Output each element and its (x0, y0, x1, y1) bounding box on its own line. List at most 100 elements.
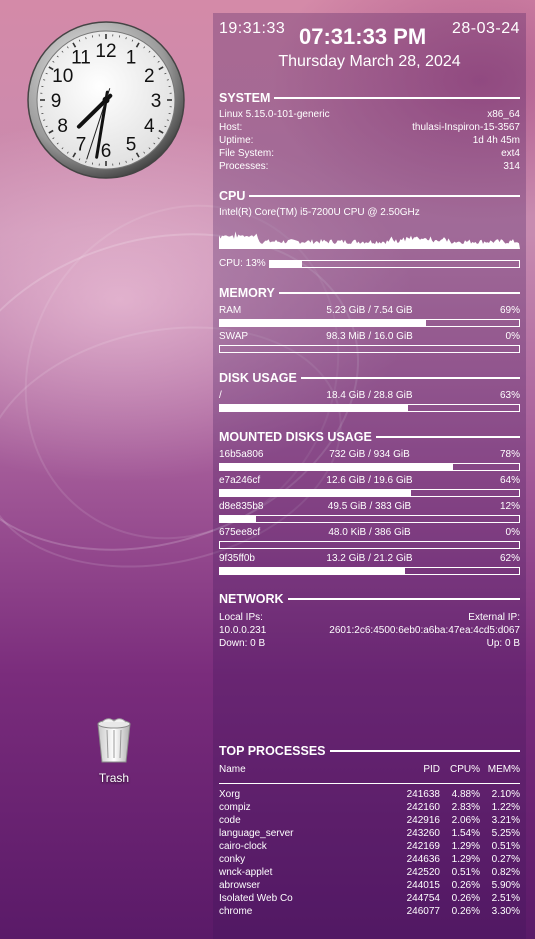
trash-label: Trash (98, 771, 130, 785)
disk-usage-bar (219, 404, 520, 412)
mounted-disk-bar-fill (220, 490, 412, 496)
time-12h: 07:31:33 PM (299, 24, 427, 49)
divider (274, 97, 520, 99)
mounted-disk-bar (219, 489, 520, 497)
local-ips-label: Local IPs: (219, 612, 263, 623)
mounted-disk-bar (219, 515, 520, 523)
process-name: wnck-applet (219, 867, 273, 878)
cpu-usage-label: CPU: 13% (219, 258, 266, 269)
clock-numeral: 12 (95, 41, 116, 62)
process-row: compiz 242160 2.83% 1.22% (219, 802, 520, 815)
mounted-disk-bar (219, 567, 520, 575)
process-name: compiz (219, 802, 251, 813)
process-name: Isolated Web Co (219, 893, 293, 904)
mounted-disk-bar-fill (220, 568, 406, 574)
processes-label: Processes: (219, 161, 269, 172)
divider (287, 598, 520, 600)
ram-usage-bar-fill (220, 320, 427, 326)
ram-usage-bar (219, 319, 520, 327)
mounted-disk-value: 12.6 GiB / 19.6 GiB (326, 475, 413, 486)
uptime-value: 1d 4h 45m (472, 135, 520, 146)
clock-numeral: 3 (151, 91, 162, 112)
clock-numeral: 9 (51, 91, 62, 112)
date-short: 28-03-24 (451, 20, 520, 37)
process-cpu: 0.26% (451, 880, 480, 891)
uptime-label: Uptime: (219, 135, 254, 146)
processes-section-header: TOP PROCESSES (219, 744, 520, 758)
mounted-section-header: MOUNTED DISKS USAGE (219, 430, 520, 444)
host-label: Host: (219, 122, 243, 133)
architecture: x86_64 (487, 109, 520, 120)
divider (249, 195, 520, 197)
disk-usage-bar-fill (220, 405, 409, 411)
divider (375, 436, 520, 438)
process-name: cairo-clock (219, 841, 267, 852)
mounted-title: MOUNTED DISKS USAGE (219, 430, 372, 444)
process-cpu: 1.54% (451, 828, 480, 839)
mounted-disk-value: 49.5 GiB / 383 GiB (327, 501, 412, 512)
process-name: conky (219, 854, 246, 865)
process-row: code 242916 2.06% 3.21% (219, 815, 520, 828)
network-section-header: NETWORK (219, 592, 520, 606)
external-ip-label: External IP: (468, 612, 520, 623)
filesystem-value: ext4 (501, 148, 520, 159)
process-name: code (219, 815, 241, 826)
process-cpu: 1.29% (451, 854, 480, 865)
process-row: cairo-clock 242169 1.29% 0.51% (219, 841, 520, 854)
divider (300, 377, 520, 379)
process-name: language_server (219, 828, 294, 839)
process-row: wnck-applet 242520 0.51% 0.82% (219, 867, 520, 880)
process-mem: 2.10% (491, 789, 520, 800)
disk-value: 18.4 GiB / 28.8 GiB (326, 390, 413, 401)
clock-numeral: 6 (101, 141, 112, 162)
mounted-disk-row: 16b5a806 732 GiB / 934 GiB 78% (219, 449, 520, 460)
trash-desktop-icon[interactable]: Trash (87, 716, 141, 785)
process-pid: 243260 (406, 828, 440, 839)
disk-section-header: DISK USAGE (219, 371, 520, 385)
process-pid: 244636 (406, 854, 440, 865)
mounted-disk-value: 48.0 KiB / 386 GiB (328, 527, 411, 538)
mounted-disk-row: e7a246cf 12.6 GiB / 19.6 GiB 64% (219, 475, 520, 486)
mounted-disk-value: 732 GiB / 934 GiB (329, 449, 410, 460)
process-name: Xorg (219, 789, 241, 800)
memory-section-header: MEMORY (219, 286, 520, 300)
process-row: Isolated Web Co 244754 0.26% 2.51% (219, 893, 520, 906)
processes-value: 314 (503, 161, 520, 172)
external-ip-value: 2601:2c6:4500:6eb0:a6ba:47ea:4cd5:d067 (329, 625, 520, 636)
process-cpu: 0.51% (451, 867, 480, 878)
clock-numeral: 7 (76, 134, 87, 155)
mounted-disk-row: 675ee8cf 48.0 KiB / 386 GiB 0% (219, 527, 520, 538)
process-cpu: 4.88% (451, 789, 480, 800)
cpu-title: CPU (219, 189, 246, 203)
mounted-disk-bar (219, 463, 520, 471)
mounted-disk-bar (219, 541, 520, 549)
cpu-usage-bar (269, 260, 520, 268)
analog-clock[interactable]: 12 1 2 3 4 5 6 7 8 9 10 11 (26, 15, 186, 185)
column-cpu: CPU% (449, 764, 480, 775)
process-mem: 0.27% (491, 854, 520, 865)
clock-numeral: 1 (126, 48, 137, 69)
process-row: abrowser 244015 0.26% 5.90% (219, 880, 520, 893)
download-speed: Down: 0 B (219, 638, 266, 649)
ram-value: 5.23 GiB / 7.54 GiB (326, 305, 413, 316)
system-title: SYSTEM (219, 91, 271, 105)
host-value: thulasi-Inspiron-15-3567 (412, 122, 520, 133)
process-row: language_server 243260 1.54% 5.25% (219, 828, 520, 841)
process-pid: 242169 (406, 841, 440, 852)
process-pid: 242916 (406, 815, 440, 826)
mounted-disk-row: d8e835b8 49.5 GiB / 383 GiB 12% (219, 501, 520, 512)
filesystem-label: File System: (219, 148, 275, 159)
date-long: Thursday March 28, 2024 (278, 53, 461, 70)
divider (278, 292, 520, 294)
process-table-header: Name PID CPU% MEM% (219, 764, 520, 777)
conky-panel: 19:31:33 07:31:33 PM 28-03-24 Thursday M… (213, 13, 526, 939)
process-pid: 242160 (406, 802, 440, 813)
process-mem: 3.21% (491, 815, 520, 826)
trash-icon (97, 718, 131, 763)
mounted-disk-value: 13.2 GiB / 21.2 GiB (326, 553, 413, 564)
clock-numeral: 2 (144, 66, 155, 87)
process-row: Xorg 241638 4.88% 2.10% (219, 789, 520, 802)
mounted-disk-row: 9f35ff0b 13.2 GiB / 21.2 GiB 62% (219, 553, 520, 564)
divider (329, 750, 520, 752)
clock-center-pin (102, 96, 110, 104)
